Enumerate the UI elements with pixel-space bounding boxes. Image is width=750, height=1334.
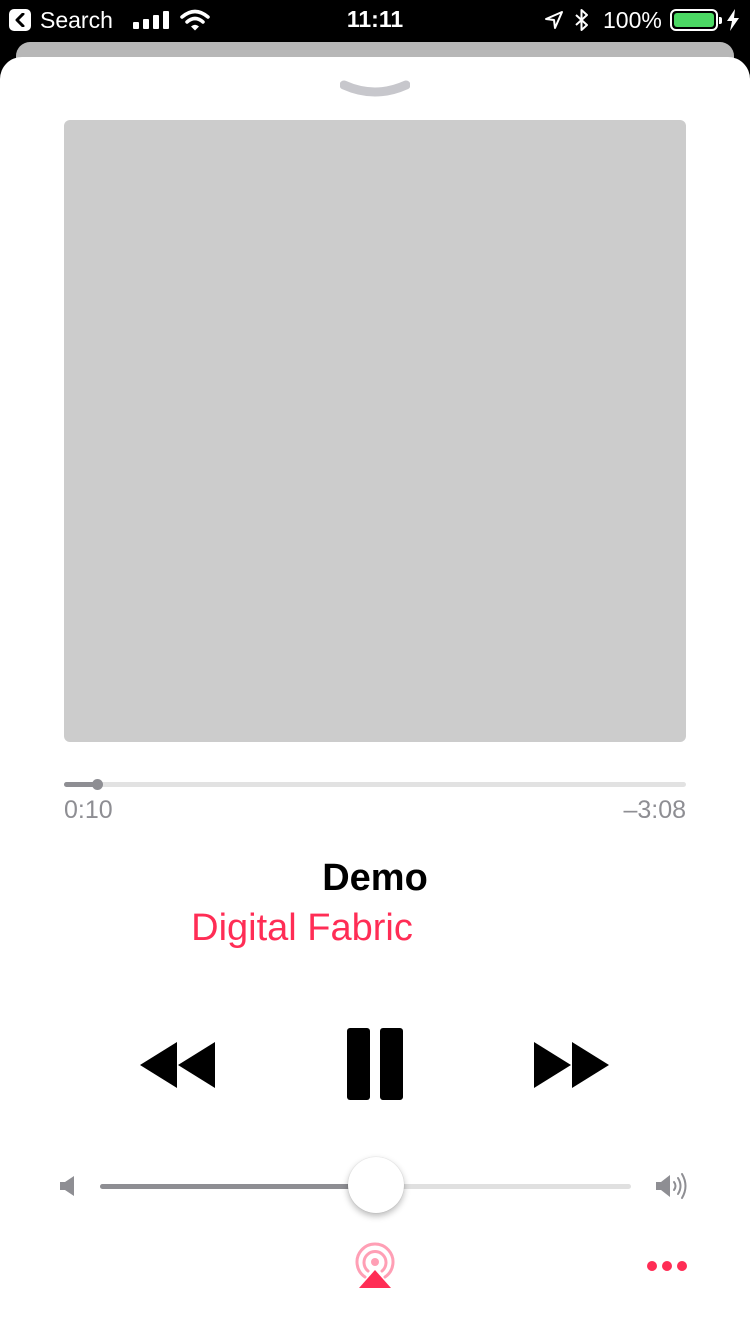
more-icon: [647, 1261, 687, 1271]
chevron-down-icon[interactable]: [340, 79, 410, 103]
elapsed-time: 0:10: [64, 796, 113, 824]
speaker-low-icon: [60, 1176, 74, 1196]
pause-button[interactable]: [346, 1027, 404, 1106]
pause-icon: [347, 1028, 403, 1100]
album-artwork: [64, 120, 686, 742]
charging-bolt-icon: [727, 9, 739, 31]
bluetooth-icon: [575, 9, 588, 31]
now-playing-sheet: 0:10 –3:08 Demo Digital Fabric: [0, 57, 750, 1334]
speaker-high-icon: [656, 1173, 687, 1199]
track-title: Demo: [322, 857, 428, 899]
rewind-icon: [140, 1042, 215, 1088]
location-icon: [545, 11, 563, 29]
track-artist[interactable]: Digital Fabric: [0, 907, 604, 950]
status-bar: Search 11:11 100%: [0, 0, 750, 40]
playback-scrubber[interactable]: [64, 779, 686, 790]
fast-forward-icon: [534, 1042, 609, 1088]
volume-fill: [100, 1184, 377, 1189]
remaining-time: –3:08: [623, 796, 686, 824]
volume-slider[interactable]: [100, 1157, 631, 1213]
volume-slider-handle[interactable]: [348, 1157, 405, 1213]
airplay-icon: [355, 1242, 395, 1288]
battery-percentage: 100%: [603, 7, 662, 33]
scrubber-handle[interactable]: [91, 779, 103, 790]
more-options-button[interactable]: [646, 1259, 688, 1278]
fast-forward-button[interactable]: [533, 1042, 609, 1093]
rewind-button[interactable]: [140, 1042, 216, 1093]
airplay-button[interactable]: [350, 1240, 400, 1293]
battery-icon: [670, 9, 722, 31]
